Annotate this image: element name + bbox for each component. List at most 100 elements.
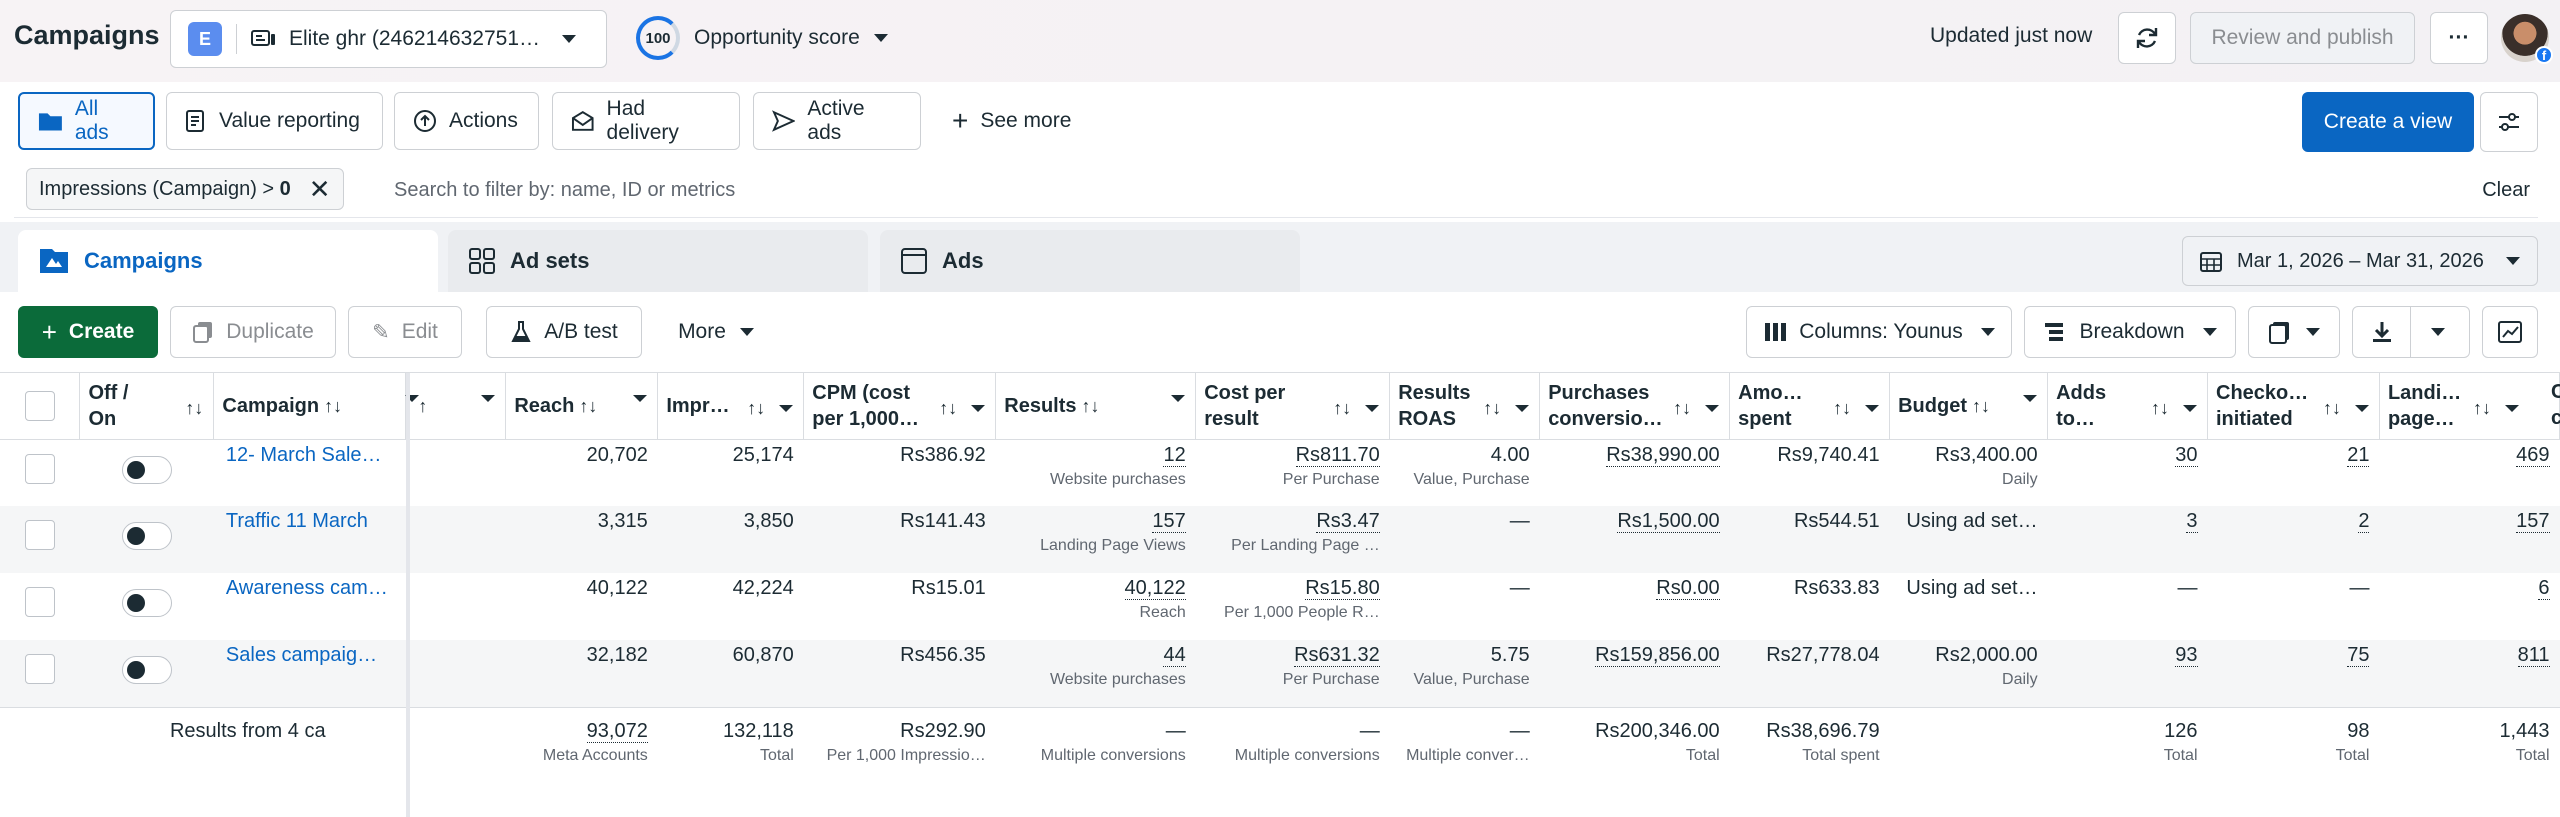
breakdown-button[interactable]: Breakdown bbox=[2024, 306, 2236, 358]
row-checkbox[interactable] bbox=[24, 453, 55, 484]
table-row[interactable]: Awareness cam… 40,122 42,224 Rs15.01 40,122 R… bbox=[0, 573, 2560, 640]
table-cell: 126 Total bbox=[2047, 706, 2208, 781]
sort-icon[interactable]: ↑↓ bbox=[185, 395, 203, 421]
chevron-down-icon[interactable] bbox=[633, 395, 648, 402]
sort-icon[interactable]: ↑↓ bbox=[939, 395, 986, 421]
sort-icon[interactable]: ↑ bbox=[418, 396, 427, 416]
column-header-checkout[interactable]: Checko… initiated ↑↓ bbox=[2207, 373, 2380, 440]
sort-icon[interactable]: ↑↓ bbox=[2151, 395, 2197, 421]
column-header-adds-to[interactable]: Adds to… ↑↓ bbox=[2047, 373, 2208, 440]
review-publish-button[interactable]: Review and publish bbox=[2190, 12, 2415, 64]
create-view-button[interactable]: Create a view bbox=[2302, 92, 2474, 152]
sort-icon[interactable]: ↑↓ bbox=[319, 396, 342, 416]
ab-test-button[interactable]: A/B test bbox=[486, 306, 642, 358]
campaign-toggle[interactable] bbox=[121, 522, 172, 550]
column-header-hidden[interactable]: ↑ bbox=[405, 373, 507, 440]
view-active-ads[interactable]: Active ads bbox=[753, 92, 921, 150]
view-settings-button[interactable] bbox=[2480, 92, 2538, 152]
sort-icon[interactable]: ↑↓ bbox=[1483, 395, 1530, 421]
view-value-reporting[interactable]: Value reporting bbox=[166, 92, 383, 150]
chevron-down-icon[interactable] bbox=[481, 395, 496, 402]
column-header-purchases[interactable]: Purchases conversio… ↑↓ bbox=[1539, 373, 1731, 440]
table-row[interactable]: Sales campaign… 32,182 60,870 Rs456.35 44 Web… bbox=[0, 640, 2560, 707]
tab-ad-sets[interactable]: Ad sets bbox=[448, 230, 868, 292]
tab-campaigns[interactable]: Campaigns bbox=[18, 230, 438, 292]
table-body: 12- March Sales… 20,702 25,174 Rs386.92 12 We… bbox=[0, 439, 2560, 781]
column-header-cpm[interactable]: CPM (cost per 1,000… ↑↓ bbox=[803, 373, 997, 440]
table-cell: 6 bbox=[2379, 573, 2559, 640]
account-avatar: E bbox=[188, 22, 222, 56]
chevron-down-icon[interactable] bbox=[1171, 395, 1186, 402]
column-header-campaign[interactable]: Campaign ↑↓ bbox=[213, 373, 420, 440]
column-header-budget[interactable]: Budget ↑↓ bbox=[1889, 373, 2049, 440]
campaign-name-link[interactable]: Sales campaign… bbox=[212, 644, 388, 667]
sort-icon[interactable]: ↑↓ bbox=[1967, 396, 1990, 416]
select-all-checkbox[interactable] bbox=[24, 390, 55, 421]
chart-button[interactable] bbox=[2482, 306, 2538, 358]
view-actions[interactable]: Actions bbox=[394, 92, 539, 150]
sort-icon[interactable]: ↑↓ bbox=[2323, 395, 2369, 421]
campaign-name-link[interactable]: 12- March Sales… bbox=[212, 444, 388, 467]
view-had-delivery[interactable]: Had delivery bbox=[552, 92, 740, 150]
column-header-amount-spent[interactable]: Amo… spent ↑↓ bbox=[1729, 373, 1891, 440]
table-cell: 21 bbox=[2208, 439, 2380, 506]
account-selector[interactable]: E Elite ghr (246214632751… bbox=[170, 10, 607, 68]
totals-label: Results from 4 ca bbox=[169, 719, 326, 742]
sort-icon[interactable]: ↑↓ bbox=[1333, 395, 1380, 421]
refresh-button[interactable] bbox=[2118, 12, 2176, 64]
campaign-name-link[interactable]: Awareness cam… bbox=[212, 577, 388, 600]
table-row[interactable]: 12- March Sales… 20,702 25,174 Rs386.92 12 We… bbox=[0, 439, 2560, 506]
view-all-ads[interactable]: All ads bbox=[18, 92, 155, 150]
more-button[interactable]: More bbox=[660, 306, 772, 358]
date-range-text: Mar 1, 2026 – Mar 31, 2026 bbox=[2237, 249, 2484, 272]
create-button[interactable]: + Create bbox=[18, 306, 158, 358]
column-header-results-roas[interactable]: Results ROAS ↑↓ bbox=[1389, 373, 1541, 440]
opportunity-score[interactable]: 100 Opportunity score bbox=[636, 16, 888, 60]
column-header-cost-per-result[interactable]: Cost per result ↑↓ bbox=[1195, 373, 1391, 440]
edit-button[interactable]: ✎ Edit bbox=[348, 306, 462, 358]
campaign-toggle[interactable] bbox=[121, 656, 172, 684]
filter-pill[interactable]: Impressions (Campaign) > 0 ✕ bbox=[26, 168, 344, 210]
sort-icon[interactable]: ↑↓ bbox=[1833, 395, 1880, 421]
table-row[interactable]: Traffic 11 March 3,315 3,850 Rs141.43 157 Lan… bbox=[0, 506, 2560, 573]
export-button[interactable] bbox=[2352, 306, 2470, 358]
table-cell: 60,870 bbox=[657, 640, 804, 707]
tab-ads[interactable]: Ads bbox=[880, 230, 1300, 292]
table-cell: 40,122 bbox=[506, 573, 658, 640]
duplicate-button[interactable]: Duplicate bbox=[170, 306, 336, 358]
columns-button[interactable]: Columns: Younus bbox=[1746, 306, 2012, 358]
sort-icon[interactable]: ↑↓ bbox=[1077, 396, 1100, 416]
table-cell: Using ad set… bbox=[1889, 506, 2048, 573]
campaign-toggle[interactable] bbox=[121, 589, 172, 617]
search-input[interactable]: Search to filter by: name, ID or metrics bbox=[394, 179, 735, 202]
sort-icon[interactable]: ↑↓ bbox=[2473, 395, 2519, 421]
clear-filters-link[interactable]: Clear bbox=[2482, 179, 2530, 202]
column-header-reach[interactable]: Reach ↑↓ bbox=[505, 373, 659, 440]
more-options-button[interactable]: ··· bbox=[2430, 12, 2488, 64]
row-checkbox[interactable] bbox=[24, 654, 55, 684]
avatar[interactable]: f bbox=[2501, 14, 2553, 64]
column-header-impressions[interactable]: Impr… ↑↓ bbox=[657, 373, 805, 440]
page-title: Campaigns bbox=[14, 20, 160, 50]
column-label: Budget bbox=[1898, 394, 1967, 417]
table-toolbar: + Create Duplicate ✎ Edit A/B test More … bbox=[0, 292, 2560, 370]
row-checkbox[interactable] bbox=[24, 520, 55, 550]
sort-icon[interactable]: ↑↓ bbox=[1673, 395, 1720, 421]
row-checkbox[interactable] bbox=[24, 587, 55, 617]
select-all-header[interactable] bbox=[0, 373, 81, 440]
date-range-picker[interactable]: Mar 1, 2026 – Mar 31, 2026 bbox=[2182, 236, 2538, 286]
sort-icon[interactable]: ↑↓ bbox=[747, 395, 794, 421]
column-header-results[interactable]: Results ↑↓ bbox=[995, 373, 1197, 440]
chevron-down-icon[interactable] bbox=[2023, 395, 2038, 402]
table-cell: 75 bbox=[2207, 640, 2380, 707]
table-cell: Using ad set… bbox=[1890, 573, 2048, 640]
campaign-toggle[interactable] bbox=[121, 455, 172, 484]
chart-icon bbox=[2498, 321, 2522, 343]
reports-button[interactable] bbox=[2248, 306, 2340, 358]
see-more-button[interactable]: + See more bbox=[934, 92, 1089, 150]
close-icon[interactable]: ✕ bbox=[309, 174, 331, 205]
campaign-name-link[interactable]: Traffic 11 March bbox=[212, 510, 388, 533]
column-header-landing[interactable]: Landi… page… ↑↓ C c bbox=[2379, 373, 2560, 440]
sort-icon[interactable]: ↑↓ bbox=[574, 396, 597, 416]
column-header-off-on[interactable]: Off / On ↑↓ bbox=[79, 373, 215, 440]
